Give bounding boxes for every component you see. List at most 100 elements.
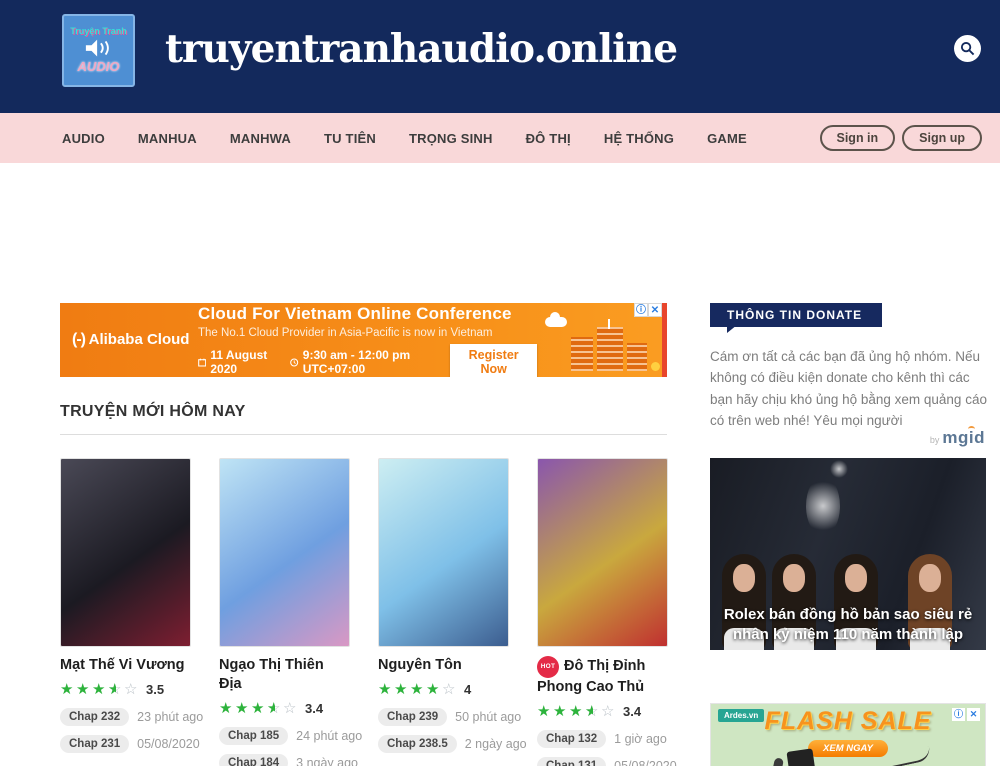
manga-card-4: HOTĐô Thị Đỉnh Phong Cao Thủ ★★★★☆☆ 3.4 … [537, 458, 668, 766]
chapter-time: 05/08/2020 [137, 737, 200, 751]
ad-banner-text: Cloud For Vietnam Online Conference The … [198, 303, 537, 377]
manga-card-list: Mạt Thế Vi Vương ★★★★☆☆ 3.5 Chap 232 23 … [60, 458, 667, 766]
nav-item-audio[interactable]: AUDIO [62, 131, 105, 146]
speaker-icon [84, 38, 114, 58]
flash-sale-title: FLASH SALE [711, 707, 985, 736]
chapter-link[interactable]: Chap 239 [378, 708, 447, 726]
ad-date: 11 August 2020 [210, 348, 276, 376]
alibaba-brand-text: Alibaba Cloud [89, 331, 190, 348]
chapter-row: Chap 131 05/08/2020 [537, 757, 668, 766]
manga-title[interactable]: Ngạo Thị Thiên Địa [219, 656, 350, 694]
manga-cover-do-thi-dinh-phong-cao-thu[interactable] [537, 458, 668, 647]
logo-text-top: Truyện Tranh [64, 26, 133, 36]
mgid-logo-text: mg [942, 428, 969, 447]
page: Truyện Tranh AUDIO truyentranhaudio.onli… [0, 0, 1000, 766]
chapter-time: 50 phút ago [455, 710, 521, 724]
clock-icon [290, 357, 298, 368]
nav-item-manhua[interactable]: MANHUA [138, 131, 197, 146]
star-rating-icons: ★★★★☆☆ [537, 703, 617, 721]
chapter-link[interactable]: Chap 231 [60, 735, 129, 753]
mgid-logo-text: d [974, 428, 985, 447]
chapter-link[interactable]: Chap 232 [60, 708, 129, 726]
site-title[interactable]: truyentranhaudio.online [165, 26, 677, 72]
star-rating-icons: ★★★★☆☆ [60, 681, 140, 699]
rating-row: ★★★★☆☆ 3.4 [219, 700, 350, 718]
ad-info-icon[interactable]: ⓘ [634, 303, 648, 317]
nav-item-do-thi[interactable]: ĐÔ THỊ [526, 131, 571, 146]
chapter-link[interactable]: Chap 184 [219, 754, 288, 766]
section-title-new-today: TRUYỆN MỚI HÔM NAY [60, 403, 667, 435]
chapter-link[interactable]: Chap 185 [219, 727, 288, 745]
manga-cover-nguyen-ton[interactable] [378, 458, 509, 647]
rating-value: 3.4 [305, 701, 323, 716]
chapter-time: 3 ngày ago [296, 756, 358, 766]
donate-heading-tail [727, 325, 737, 333]
donate-message: Cám ơn tất cả các bạn đã ủng hộ nhóm. Nế… [710, 346, 987, 431]
mgid-logo: mgid [942, 428, 985, 447]
search-button[interactable] [954, 35, 981, 62]
manga-title[interactable]: Mạt Thế Vi Vương [60, 656, 191, 675]
banner-edge-strip [662, 303, 667, 377]
chapter-row: Chap 232 23 phút ago [60, 708, 191, 726]
chapter-row: Chap 132 1 giờ ago [537, 730, 668, 748]
nav-item-trong-sinh[interactable]: TRỌNG SINH [409, 131, 493, 146]
rating-row: ★★★★☆☆ 3.4 [537, 703, 668, 721]
mgid-attribution[interactable]: bymgid [710, 428, 985, 448]
chapter-row: Chap 231 05/08/2020 [60, 735, 191, 753]
xem-ngay-button[interactable]: XEM NGAY [808, 740, 888, 757]
alibaba-cloud-logo: (-) Alibaba Cloud [60, 331, 198, 349]
hot-badge: HOT [537, 656, 559, 678]
chapter-link[interactable]: Chap 238.5 [378, 735, 457, 753]
auth-buttons: Sign in Sign up [820, 125, 983, 151]
nav-item-game[interactable]: GAME [707, 131, 747, 146]
flash-sale-ad[interactable]: Ardes.vn FLASH SALE XEM NGAY ⓘ ✕ [710, 703, 986, 766]
main-nav: AUDIO MANHUA MANHWA TU TIÊN TRỌNG SINH Đ… [0, 113, 1000, 163]
ad-close-icon[interactable]: ✕ [967, 708, 980, 721]
nav-item-tu-tien[interactable]: TU TIÊN [324, 131, 376, 146]
building-shape [571, 337, 593, 371]
chapter-time: 24 phút ago [296, 729, 362, 743]
ad-time: 9:30 am - 12:00 pm UTC+07:00 [303, 348, 435, 376]
manga-title[interactable]: HOTĐô Thị Đỉnh Phong Cao Thủ [537, 656, 668, 697]
chapter-link[interactable]: Chap 131 [537, 757, 606, 766]
sign-up-button[interactable]: Sign up [902, 125, 982, 151]
star-rating-icons: ★★★★☆☆ [219, 700, 299, 718]
nav-item-manhwa[interactable]: MANHWA [230, 131, 291, 146]
chapter-row: Chap 185 24 phút ago [219, 727, 350, 745]
manga-cover-mat-the-vi-vuong[interactable] [60, 458, 191, 647]
manga-card-2: Ngạo Thị Thiên Địa ★★★★☆☆ 3.4 Chap 185 2… [219, 458, 350, 766]
register-now-button[interactable]: Register Now [450, 344, 537, 377]
search-icon [960, 41, 975, 56]
mgid-logo-i: i [969, 428, 974, 447]
ad-subheadline: The No.1 Cloud Provider in Asia-Pacific … [198, 327, 537, 339]
sign-in-button[interactable]: Sign in [820, 125, 896, 151]
manga-card-1: Mạt Thế Vi Vương ★★★★☆☆ 3.5 Chap 232 23 … [60, 458, 191, 766]
building-shape [627, 343, 647, 371]
manga-cover-ngao-thi-thien-dia[interactable] [219, 458, 350, 647]
site-logo[interactable]: Truyện Tranh AUDIO [62, 14, 135, 87]
rating-value: 4 [464, 682, 471, 697]
chapter-time: 23 phút ago [137, 710, 203, 724]
microphone-product-shape [771, 757, 784, 766]
building-shape [597, 327, 623, 371]
spotlight-shape [830, 460, 848, 478]
calendar-icon [198, 357, 206, 368]
chapter-row: Chap 239 50 phút ago [378, 708, 509, 726]
manga-title[interactable]: Nguyên Tôn [378, 656, 509, 675]
manga-card-3: Nguyên Tôn ★★★★☆ 4 Chap 239 50 phút ago … [378, 458, 509, 766]
alibaba-bracket-icon: (-) [72, 331, 85, 348]
ad-close-icon[interactable]: ✕ [648, 303, 662, 317]
star-rating-icons: ★★★★☆ [378, 681, 458, 699]
ad-schedule-row: 11 August 2020 9:30 am - 12:00 pm UTC+07… [198, 344, 537, 377]
logo-text-audio: AUDIO [64, 59, 133, 74]
rolex-sponsored-ad[interactable]: Rolex bán đồng hồ bản sao siêu rẻ nhân k… [710, 458, 986, 650]
cloud-icon [545, 317, 567, 327]
ad-info-icon[interactable]: ⓘ [952, 708, 965, 721]
ad-choices: ⓘ ✕ [634, 303, 662, 317]
chapter-time: 2 ngày ago [465, 737, 527, 751]
alibaba-cloud-ad-banner[interactable]: (-) Alibaba Cloud Cloud For Vietnam Onli… [60, 303, 667, 377]
chapter-link[interactable]: Chap 132 [537, 730, 606, 748]
nav-item-he-thong[interactable]: HỆ THỐNG [604, 131, 674, 146]
chapter-time: 1 giờ ago [614, 732, 667, 746]
donate-info-heading: THÔNG TIN DONATE [710, 303, 882, 327]
